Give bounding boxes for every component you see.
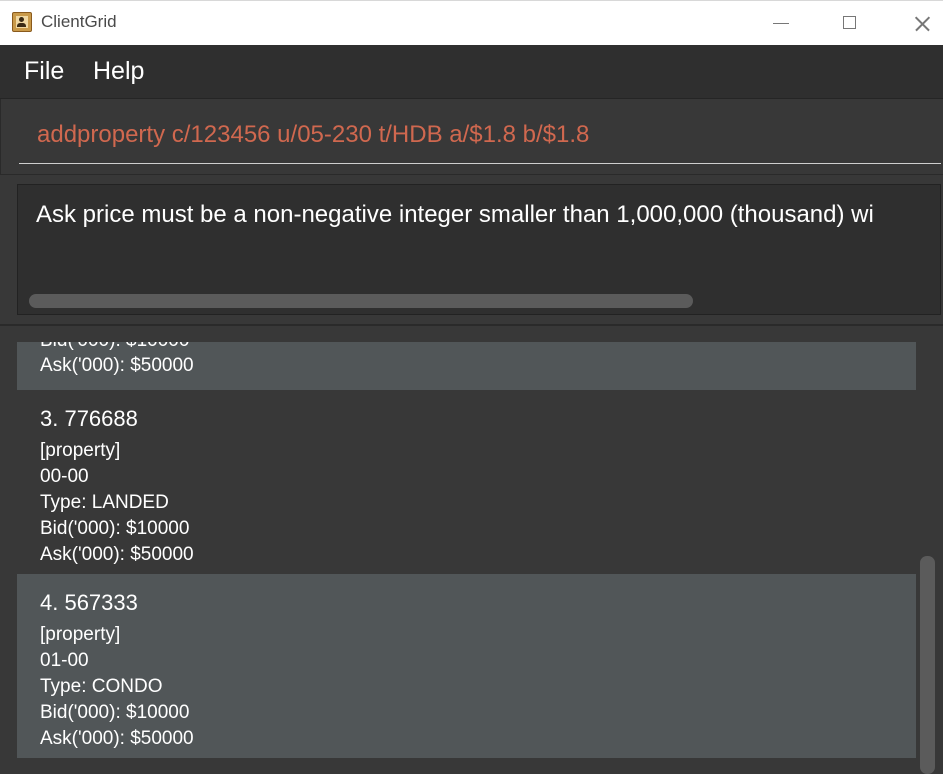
menu-bar: File Help — [0, 45, 943, 99]
maximize-icon — [843, 16, 856, 29]
menu-help[interactable]: Help — [93, 57, 144, 86]
property-list-panel: Bid('000): $10000 Ask('000): $50000 3. 7… — [0, 326, 943, 774]
result-display[interactable]: Ask price must be a non-negative integer… — [17, 184, 941, 315]
result-display-panel: Ask price must be a non-negative integer… — [0, 174, 943, 326]
property-card[interactable]: 3. 776688 [property] 00-00 Type: LANDED … — [17, 390, 916, 574]
property-type: Type: LANDED — [40, 492, 169, 513]
menu-file[interactable]: File — [24, 57, 64, 86]
vertical-scrollbar-thumb[interactable] — [920, 556, 935, 774]
close-button[interactable] — [897, 1, 943, 46]
property-unit: 01-00 — [40, 650, 89, 671]
command-box — [0, 99, 943, 174]
property-list[interactable]: Bid('000): $10000 Ask('000): $50000 3. 7… — [17, 342, 916, 774]
property-card[interactable]: 4. 567333 [property] 01-00 Type: CONDO B… — [17, 574, 916, 758]
maximize-button[interactable] — [828, 1, 874, 46]
property-bid: Bid('000): $10000 — [40, 702, 190, 723]
horizontal-scrollbar-thumb[interactable] — [29, 294, 693, 308]
minimize-icon — [773, 23, 789, 24]
property-tag: [property] — [40, 624, 121, 645]
property-card[interactable]: Bid('000): $10000 Ask('000): $50000 — [17, 342, 916, 390]
command-input[interactable] — [19, 107, 941, 164]
addressbook-icon — [12, 12, 32, 32]
property-tag: [property] — [40, 440, 121, 461]
property-bid: Bid('000): $10000 — [40, 342, 189, 352]
minimize-button[interactable] — [758, 1, 804, 46]
property-ask: Ask('000): $50000 — [40, 544, 194, 565]
property-title: 3. 776688 — [40, 406, 138, 431]
property-bid: Bid('000): $10000 — [40, 518, 190, 539]
property-title: 4. 567333 — [40, 590, 138, 615]
property-unit: 00-00 — [40, 466, 89, 487]
property-ask: Ask('000): $50000 — [40, 355, 194, 376]
property-ask: Ask('000): $50000 — [40, 728, 194, 749]
window-title: ClientGrid — [41, 12, 117, 31]
title-bar: ClientGrid — [0, 0, 943, 45]
result-message: Ask price must be a non-negative integer… — [36, 201, 874, 228]
property-type: Type: CONDO — [40, 676, 163, 697]
